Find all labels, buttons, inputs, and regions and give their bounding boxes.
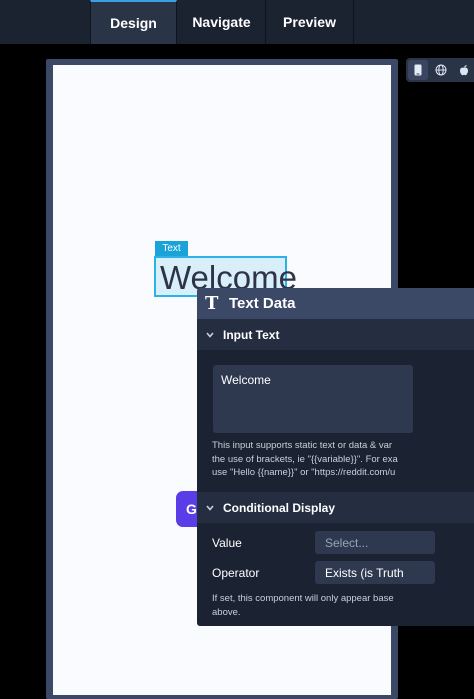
operator-select[interactable]: Exists (is Truth [315, 561, 435, 584]
value-label: Value [212, 536, 242, 550]
input-help-line: use "Hello {{name}}" or "https://reddit.… [212, 467, 396, 478]
panel-header: T Text Data [197, 288, 474, 319]
input-text-field[interactable]: Welcome [213, 365, 413, 433]
chevron-down-icon [206, 330, 216, 340]
conditional-help-line: If set, this component will only appear … [212, 593, 394, 604]
text-data-panel: T Text Data Input Text Welcome This inpu… [197, 288, 474, 626]
canvas-button-label: G [186, 501, 197, 517]
apple-icon[interactable] [454, 60, 474, 80]
conditional-display-section-header[interactable]: Conditional Display [197, 492, 474, 523]
device-toggle [406, 58, 474, 82]
tab-design[interactable]: Design [90, 0, 177, 44]
chevron-down-icon [206, 503, 216, 513]
conditional-display-section-title: Conditional Display [223, 500, 336, 515]
value-select[interactable]: Select... [315, 531, 435, 554]
panel-title: Text Data [229, 295, 296, 312]
operator-label: Operator [212, 566, 260, 580]
globe-icon[interactable] [431, 60, 451, 80]
input-text-section-title: Input Text [223, 327, 280, 342]
phone-icon[interactable] [408, 60, 428, 80]
top-bar: Design Navigate Preview [0, 0, 474, 44]
component-type-badge: Text [155, 241, 188, 256]
input-help-line: This input supports static text or data … [212, 440, 393, 451]
input-help-line: the use of brackets, ie "{{variable}}". … [212, 453, 398, 465]
tab-navigate[interactable]: Navigate [178, 0, 266, 44]
tab-preview[interactable]: Preview [266, 0, 354, 44]
input-text-section-header[interactable]: Input Text [197, 319, 474, 350]
conditional-help-line: above. [212, 606, 241, 618]
text-type-icon: T [205, 293, 219, 314]
